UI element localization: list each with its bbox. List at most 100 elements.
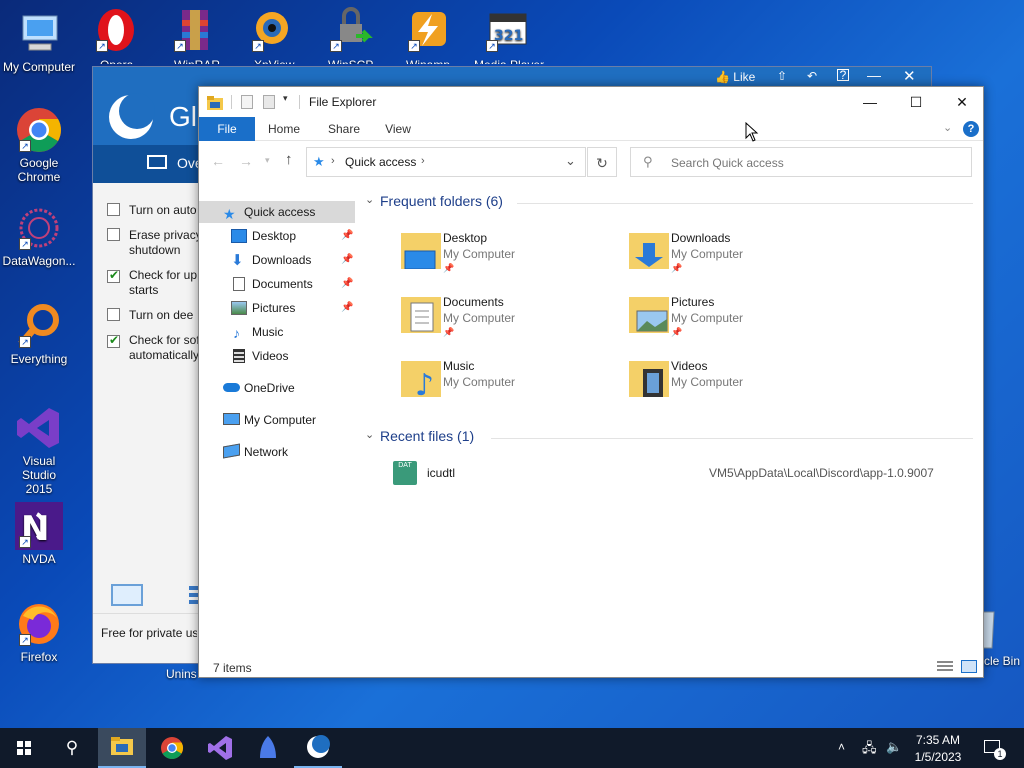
folder-tile-pictures[interactable]: Pictures My Computer 📌 — [625, 291, 845, 347]
nav-item-downloads[interactable]: ⬇ Downloads 📌 — [199, 249, 355, 271]
option-item[interactable]: Erase privacy shutdown — [107, 228, 201, 260]
option-item[interactable]: Turn on auto — [107, 203, 197, 219]
desktop-icon-winscp[interactable]: ↗ — [312, 6, 388, 56]
undo-icon[interactable]: ↶ — [807, 69, 817, 83]
minimize-button[interactable]: — — [847, 87, 893, 117]
checkbox[interactable] — [107, 203, 120, 216]
search-input[interactable]: Search Quick access — [671, 156, 784, 170]
folder-tile-music[interactable]: ♪ Music My Computer — [397, 355, 617, 411]
nav-item-videos[interactable]: Videos — [199, 345, 355, 367]
folder-tile-documents[interactable]: Documents My Computer 📌 — [397, 291, 617, 347]
taskbar-app-blue[interactable] — [244, 728, 292, 768]
explorer-titlebar[interactable]: ▾ File Explorer — ☐ ✕ — [199, 87, 983, 117]
desktop-icon-winrar[interactable]: ↗ — [156, 6, 232, 56]
folder-tile-downloads[interactable]: Downloads My Computer 📌 — [625, 227, 845, 283]
option-item[interactable]: Check for up starts — [107, 268, 197, 300]
checkbox-checked[interactable] — [107, 333, 120, 348]
desktop-icon-visual-studio[interactable]: Visual Studio 2015 — [1, 404, 77, 496]
breadcrumb-chevron-icon: › — [421, 155, 425, 167]
expand-ribbon-icon[interactable]: ⌄ — [943, 121, 952, 134]
folder-location: My Computer — [671, 247, 744, 261]
close-button[interactable]: ✕ — [939, 87, 985, 117]
volume-icon[interactable]: 🔈 — [886, 739, 902, 755]
skin-icon[interactable]: ⇧ — [777, 69, 787, 83]
overview-tab[interactable]: Ove — [93, 145, 203, 183]
close-icon[interactable]: ✕ — [903, 67, 916, 85]
background-app-titlebar[interactable]: 👍 Like ⇧ ↶ ? — ✕ — [93, 67, 931, 87]
forward-button[interactable]: → — [239, 153, 253, 169]
desktop-icon-google-chrome[interactable]: ↗ Google Chrome — [1, 106, 77, 184]
maximize-button[interactable]: ☐ — [893, 87, 939, 117]
visual-studio-icon — [208, 736, 232, 760]
shortcut-arrow-icon: ↗ — [486, 40, 498, 52]
desktop-icon-datawagon[interactable]: ↗ DataWagon... — [1, 204, 77, 268]
minimize-icon[interactable]: — — [867, 67, 881, 83]
nav-item-pictures[interactable]: Pictures 📌 — [199, 297, 355, 319]
desktop-icon-nvda[interactable]: N ↗ NVDA — [1, 502, 77, 566]
address-dropdown-icon[interactable]: ⌄ — [565, 153, 576, 169]
file-explorer-window[interactable]: ▾ File Explorer — ☐ ✕ File Home Share Vi… — [198, 86, 984, 678]
nav-item-documents[interactable]: Documents 📌 — [199, 273, 355, 295]
taskbar-visual-studio[interactable] — [196, 728, 244, 768]
desktop-icon-my-computer[interactable]: My Computer — [1, 10, 77, 74]
qat-dropdown-icon[interactable]: ▾ — [283, 93, 288, 104]
like-button[interactable]: 👍 Like — [715, 70, 755, 84]
option-item[interactable]: Turn on dee — [107, 308, 197, 324]
recent-locations-icon[interactable]: ▾ — [265, 155, 270, 166]
taskbar-file-explorer[interactable] — [98, 728, 146, 768]
pin-icon: 📌 — [443, 263, 455, 273]
desktop-icon-xnview[interactable]: ↗ — [234, 6, 310, 56]
nav-item-desktop[interactable]: Desktop 📌 — [199, 225, 355, 247]
nav-item-quick-access[interactable]: ★ Quick access — [199, 201, 355, 223]
computer-icon — [15, 10, 63, 58]
onedrive-tool-icon[interactable] — [111, 584, 143, 606]
taskbar-chrome[interactable] — [148, 728, 196, 768]
new-folder-icon[interactable] — [263, 95, 275, 109]
properties-icon[interactable] — [241, 95, 253, 109]
recent-files-header[interactable]: ⌄ Recent files (1) — [365, 428, 977, 448]
folder-tile-videos[interactable]: Videos My Computer — [625, 355, 845, 411]
help-icon[interactable]: ? — [837, 69, 849, 81]
recent-file-row[interactable]: DAT icudtl VM5\AppData\Local\Discord\app… — [393, 459, 963, 485]
network-tray-icon[interactable]: 🖧 — [862, 739, 877, 755]
desktop-icon-winamp[interactable]: ↗ — [390, 6, 466, 56]
windows-logo-icon — [17, 741, 31, 755]
help-icon[interactable]: ? — [963, 121, 979, 137]
desktop-icon-everything[interactable]: ↗ Everything — [1, 302, 77, 366]
start-button[interactable] — [0, 728, 48, 768]
taskbar-glary[interactable] — [294, 728, 342, 768]
mouse-cursor-icon — [745, 122, 759, 142]
nav-item-my-computer[interactable]: My Computer — [199, 409, 355, 431]
tab-home[interactable]: Home — [261, 117, 307, 141]
nav-item-music[interactable]: ♪ Music — [199, 321, 355, 343]
up-button[interactable]: ↑ — [285, 151, 293, 168]
details-view-icon[interactable] — [937, 661, 953, 673]
clock[interactable]: 7:35 AM 1/5/2023 — [910, 728, 966, 768]
tab-view[interactable]: View — [375, 117, 421, 141]
checkbox[interactable] — [107, 308, 120, 321]
uninstall-desktop-label[interactable]: Unins — [166, 667, 197, 681]
option-item[interactable]: Check for sof automatically — [107, 333, 200, 365]
search-button[interactable]: ⚲ — [48, 728, 96, 768]
frequent-folders-header[interactable]: ⌄ Frequent folders (6) — [365, 193, 977, 213]
large-icons-view-icon[interactable] — [961, 660, 977, 673]
back-button[interactable]: ← — [211, 153, 225, 169]
refresh-button[interactable]: ↻ — [587, 147, 617, 177]
checkbox[interactable] — [107, 228, 120, 241]
nav-item-network[interactable]: Network — [199, 441, 355, 463]
desktop-icon-label: NVDA — [22, 552, 56, 566]
tab-file[interactable]: File — [199, 117, 255, 141]
folder-tile-desktop[interactable]: Desktop My Computer 📌 — [397, 227, 617, 283]
desktop-icon-opera[interactable]: ↗ — [78, 6, 154, 56]
search-box[interactable]: ⚲ Search Quick access — [630, 147, 972, 177]
tab-share[interactable]: Share — [321, 117, 367, 141]
notification-center-button[interactable]: 1 — [982, 728, 1010, 768]
checkbox-checked[interactable] — [107, 268, 120, 283]
show-hidden-icons[interactable]: ˄ — [838, 740, 845, 756]
desktop-icon-media-player[interactable]: 321 ↗ — [468, 6, 544, 56]
address-bar[interactable]: ★ › Quick access › ⌄ — [306, 147, 586, 177]
breadcrumb-quick-access[interactable]: Quick access — [345, 155, 416, 169]
winscp-icon: ↗ — [326, 6, 374, 54]
desktop-icon-firefox[interactable]: ↗ Firefox — [1, 600, 77, 664]
nav-item-onedrive[interactable]: OneDrive — [199, 377, 355, 399]
